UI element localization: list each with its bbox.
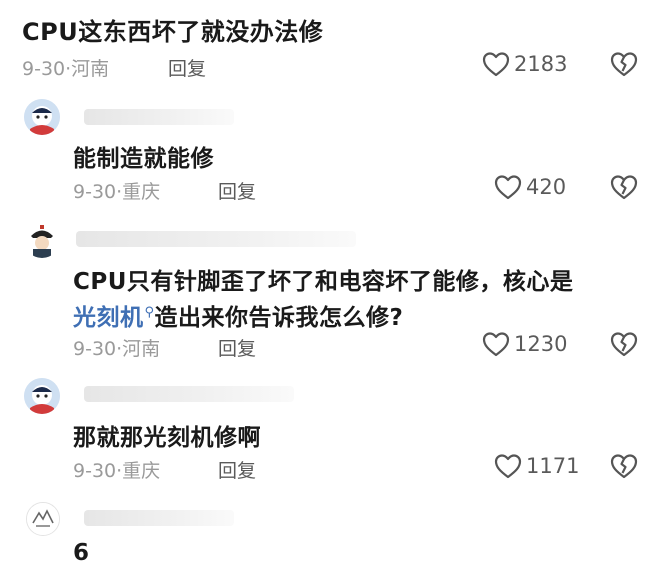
comment-meta: 9-30·重庆 (73, 181, 161, 203)
comment-date: 9-30 (73, 338, 117, 360)
comment-date: 9-30 (73, 460, 117, 482)
comment-location: 重庆 (122, 460, 161, 482)
like-button[interactable]: 1230 (482, 331, 567, 357)
dislike-button[interactable] (610, 51, 638, 77)
broken-heart-icon (610, 174, 638, 200)
avatar[interactable] (26, 502, 60, 536)
comment-1: CPU这东西坏了就没办法修 9-30·河南 回复 2183 (0, 0, 657, 95)
username-blurred[interactable] (84, 510, 234, 526)
heart-outline-icon (482, 331, 510, 357)
comment-location: 河南 (122, 338, 161, 360)
comment-meta: 9-30·河南 (73, 338, 161, 360)
comment-3: CPU只有针脚歪了坏了和电容坏了能修，核心是 光刻机⚲造出来你告诉我怎么修? 9… (0, 218, 657, 370)
username-blurred[interactable] (84, 386, 294, 402)
broken-heart-icon (610, 453, 638, 479)
comment-meta: 9-30·河南 (22, 58, 110, 80)
heart-outline-icon (494, 453, 522, 479)
like-count: 1230 (514, 332, 568, 356)
like-count: 420 (526, 175, 567, 199)
dislike-button[interactable] (610, 331, 638, 357)
comment-text: 6 (73, 540, 90, 566)
reply-button[interactable]: 回复 (218, 334, 256, 361)
reply-button[interactable]: 回复 (168, 54, 206, 81)
avatar[interactable] (24, 378, 60, 414)
search-icon: ⚲ (144, 305, 155, 321)
broken-heart-icon (610, 51, 638, 77)
comment-text-line-2: 光刻机⚲造出来你告诉我怎么修? (73, 305, 404, 331)
avatar[interactable] (24, 222, 60, 258)
comment-2: 能制造就能修 9-30·重庆 回复 420 (0, 95, 657, 210)
reply-button[interactable]: 回复 (218, 177, 256, 204)
heart-outline-icon (494, 174, 522, 200)
keyword-link[interactable]: 光刻机 (73, 305, 144, 331)
username-blurred[interactable] (76, 231, 356, 247)
broken-heart-icon (610, 331, 638, 357)
comment-4: 那就那光刻机修啊 9-30·重庆 回复 1171 (0, 374, 657, 494)
like-count: 2183 (514, 52, 568, 76)
username-blurred[interactable] (84, 109, 234, 125)
reply-button[interactable]: 回复 (218, 456, 256, 483)
dislike-button[interactable] (610, 174, 638, 200)
comment-date: 9-30 (22, 58, 66, 80)
comment-text: 那就那光刻机修啊 (73, 425, 261, 451)
avatar[interactable] (24, 99, 60, 135)
comment-5: 6 (0, 500, 657, 582)
dislike-button[interactable] (610, 453, 638, 479)
comment-text: 能制造就能修 (73, 146, 214, 172)
like-button[interactable]: 420 (494, 174, 566, 200)
like-button[interactable]: 1171 (494, 453, 579, 479)
like-count: 1171 (526, 454, 580, 478)
like-button[interactable]: 2183 (482, 51, 567, 77)
comment-location: 重庆 (122, 181, 161, 203)
comment-text: CPU这东西坏了就没办法修 (22, 18, 324, 46)
comment-location: 河南 (71, 58, 110, 80)
heart-outline-icon (482, 51, 510, 77)
comment-text-line-1: CPU只有针脚歪了坏了和电容坏了能修，核心是 (73, 269, 574, 295)
comment-date: 9-30 (73, 181, 117, 203)
comment-meta: 9-30·重庆 (73, 460, 161, 482)
